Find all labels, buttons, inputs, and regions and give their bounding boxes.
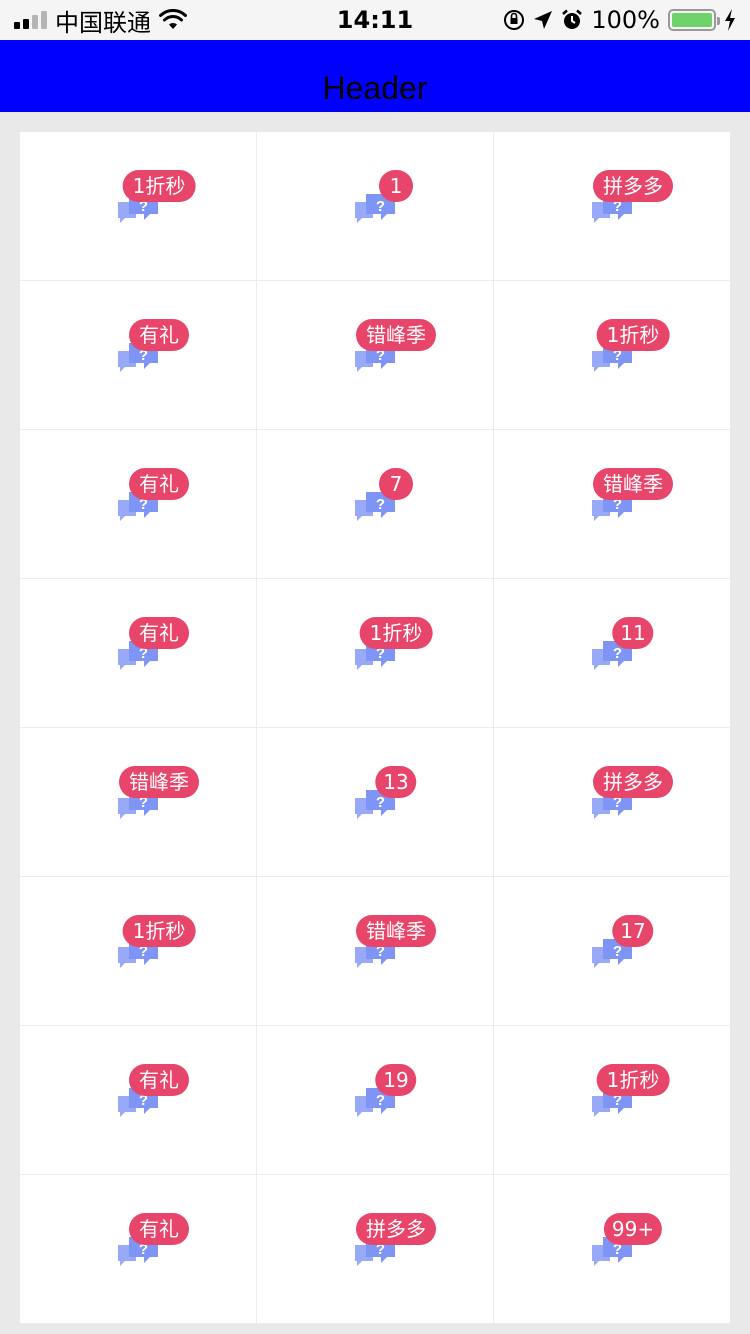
status-bar-left: 中国联通 xyxy=(14,3,187,38)
badge: 1 xyxy=(379,170,413,202)
alarm-clock-icon xyxy=(562,9,583,29)
badge: 17 xyxy=(612,915,654,947)
grid-item[interactable]: ? 7 xyxy=(257,430,494,579)
carrier-name: 中国联通 xyxy=(55,8,151,37)
badge: 有礼 xyxy=(129,1064,189,1096)
badge: 1折秒 xyxy=(359,617,433,649)
status-bar-right: 100% xyxy=(503,6,736,34)
grid-item[interactable]: ? 11 xyxy=(494,579,730,728)
page-title: Header xyxy=(322,70,428,106)
grid-item[interactable]: ? 有礼 xyxy=(20,281,257,430)
grid-item[interactable]: ? 错峰季 xyxy=(257,281,494,430)
badge: 拼多多 xyxy=(593,170,673,202)
charging-bolt-icon xyxy=(725,9,735,31)
grid-item[interactable]: ? 1折秒 xyxy=(494,1026,730,1175)
grid-item[interactable]: ? 有礼 xyxy=(20,430,257,579)
badge: 1折秒 xyxy=(122,170,196,202)
grid-item[interactable]: ? 1折秒 xyxy=(20,132,257,281)
badge: 13 xyxy=(375,766,417,798)
grid-item[interactable]: ? 错峰季 xyxy=(20,728,257,877)
svg-text:?: ? xyxy=(376,496,385,513)
status-bar: 中国联通 14:11 100% xyxy=(0,0,750,40)
grid-item[interactable]: ? 1折秒 xyxy=(257,579,494,728)
badge: 19 xyxy=(375,1064,417,1096)
grid-item[interactable]: ? 有礼 xyxy=(20,1175,257,1324)
grid-item[interactable]: ? 1折秒 xyxy=(20,877,257,1026)
battery-icon xyxy=(668,9,720,31)
grid-item[interactable]: ? 错峰季 xyxy=(257,877,494,1026)
badge: 错峰季 xyxy=(356,915,436,947)
badge: 错峰季 xyxy=(356,319,436,351)
badge: 拼多多 xyxy=(356,1213,436,1245)
badge: 11 xyxy=(612,617,654,649)
badge: 有礼 xyxy=(129,468,189,500)
grid-item[interactable]: ? 1 xyxy=(257,132,494,281)
badge: 错峰季 xyxy=(119,766,199,798)
grid-item[interactable]: ? 有礼 xyxy=(20,579,257,728)
signal-strength-icon xyxy=(14,11,47,29)
badge: 7 xyxy=(379,468,413,500)
grid-item[interactable]: ? 拼多多 xyxy=(494,132,730,281)
grid-item[interactable]: ? 99+ xyxy=(494,1175,730,1324)
badge: 错峰季 xyxy=(593,468,673,500)
badge: 有礼 xyxy=(129,617,189,649)
badge: 有礼 xyxy=(129,319,189,351)
badge: 有礼 xyxy=(129,1213,189,1245)
grid-item[interactable]: ? 19 xyxy=(257,1026,494,1175)
icon-grid: ? 1折秒 ? 1 ? 拼多多 ? 有礼 ? 错峰季 ? 1折秒 ? 有礼 ? … xyxy=(20,132,730,1324)
wifi-icon xyxy=(159,9,187,29)
badge: 1折秒 xyxy=(596,1064,670,1096)
battery-percentage: 100% xyxy=(591,6,660,34)
badge: 拼多多 xyxy=(593,766,673,798)
grid-item[interactable]: ? 17 xyxy=(494,877,730,1026)
grid-item[interactable]: ? 错峰季 xyxy=(494,430,730,579)
location-arrow-icon xyxy=(534,11,553,29)
grid-item[interactable]: ? 拼多多 xyxy=(257,1175,494,1324)
badge: 99+ xyxy=(603,1213,663,1245)
header-bar: Header xyxy=(0,40,750,112)
svg-text:?: ? xyxy=(376,198,385,215)
grid-item[interactable]: ? 有礼 xyxy=(20,1026,257,1175)
orientation-lock-icon xyxy=(504,10,525,30)
badge: 1折秒 xyxy=(596,319,670,351)
battery-level xyxy=(672,13,712,27)
grid-item[interactable]: ? 13 xyxy=(257,728,494,877)
grid-item[interactable]: ? 1折秒 xyxy=(494,281,730,430)
grid-item[interactable]: ? 拼多多 xyxy=(494,728,730,877)
badge: 1折秒 xyxy=(122,915,196,947)
